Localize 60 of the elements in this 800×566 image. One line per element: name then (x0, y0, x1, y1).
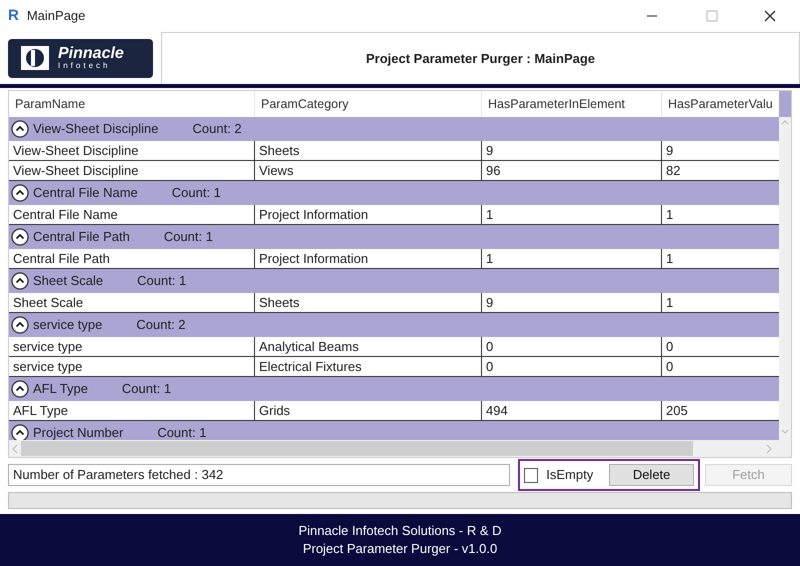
close-icon[interactable] (764, 10, 776, 22)
group-count: Count: 2 (136, 316, 186, 334)
table-cell: Sheets (254, 141, 481, 160)
table-cell: 9 (481, 293, 661, 312)
group-count: Count: 1 (157, 424, 206, 440)
table-cell-text: Central File Path (12, 250, 111, 268)
status-text: Number of Parameters fetched : 342 (13, 466, 224, 484)
table-cell: 96 (481, 161, 661, 180)
group-count: Count: 1 (122, 380, 172, 398)
footer-text: Pinnacle Infotech Solutions - R & D (298, 522, 502, 540)
delete-button[interactable]: Delete (609, 464, 694, 486)
logo-text: Pinnacle (58, 46, 124, 62)
table-cell-text: AFL Type (12, 402, 69, 420)
table-cell: 0 (481, 337, 661, 356)
table-cell-text: Central File Name (12, 206, 119, 224)
page-title: Project Parameter Purger : MainPage (366, 50, 596, 68)
group-name: Central File Name (33, 184, 138, 202)
footer-text: Project Parameter Purger - v1.0.0 (302, 540, 498, 558)
group-name: View-Sheet Discipline (33, 120, 158, 138)
group-count: Count: 1 (164, 228, 213, 246)
table-cell-text: service type (12, 358, 84, 376)
window-title: MainPage (26, 7, 86, 26)
collapse-icon[interactable] (11, 184, 29, 202)
group-name: service type (33, 316, 102, 334)
group-count: Count: 2 (192, 120, 242, 138)
table-cell-text: Sheet Scale (12, 294, 84, 312)
is-empty-checkbox[interactable] (524, 468, 538, 482)
table-cell: 494 (481, 401, 661, 420)
table-cell: 0 (481, 357, 661, 376)
table-cell-text: View-Sheet Discipline (12, 142, 140, 160)
table-cell: Project Information (254, 249, 481, 268)
collapse-icon[interactable] (11, 272, 29, 290)
logo-icon (20, 45, 50, 71)
group-name: Central File Path (33, 228, 130, 246)
is-empty-label: IsEmpty (546, 466, 594, 484)
status-field[interactable]: Number of Parameters fetched : 342 (8, 464, 510, 486)
group-count: Count: 1 (137, 272, 186, 290)
collapse-icon[interactable] (11, 424, 29, 440)
table-cell: Project Information (254, 205, 481, 224)
logo-subtitle: Infotech (58, 62, 112, 70)
table-cell: Electrical Fixtures (254, 357, 481, 376)
app-icon: R (8, 4, 19, 28)
table-cell: Analytical Beams (254, 337, 481, 356)
table-cell: 1 (481, 205, 661, 224)
table-cell: 1 (481, 249, 661, 268)
group-count: Count: 1 (172, 184, 221, 202)
table-cell-text: service type (12, 338, 84, 356)
table-cell: 9 (481, 141, 661, 160)
table-cell: Grids (254, 401, 481, 420)
group-name: Sheet Scale (33, 272, 104, 290)
collapse-icon[interactable] (11, 120, 29, 138)
column-header[interactable]: ParamName (9, 91, 254, 117)
group-name: AFL Type (33, 380, 88, 398)
table-cell: Sheets (254, 293, 481, 312)
table-cell-text: View-Sheet Discipline (12, 162, 140, 180)
collapse-icon[interactable] (11, 316, 29, 334)
collapse-icon[interactable] (11, 228, 29, 246)
collapse-icon[interactable] (11, 380, 29, 398)
group-name: Project Number (33, 424, 124, 440)
table-cell: Views (254, 161, 481, 180)
